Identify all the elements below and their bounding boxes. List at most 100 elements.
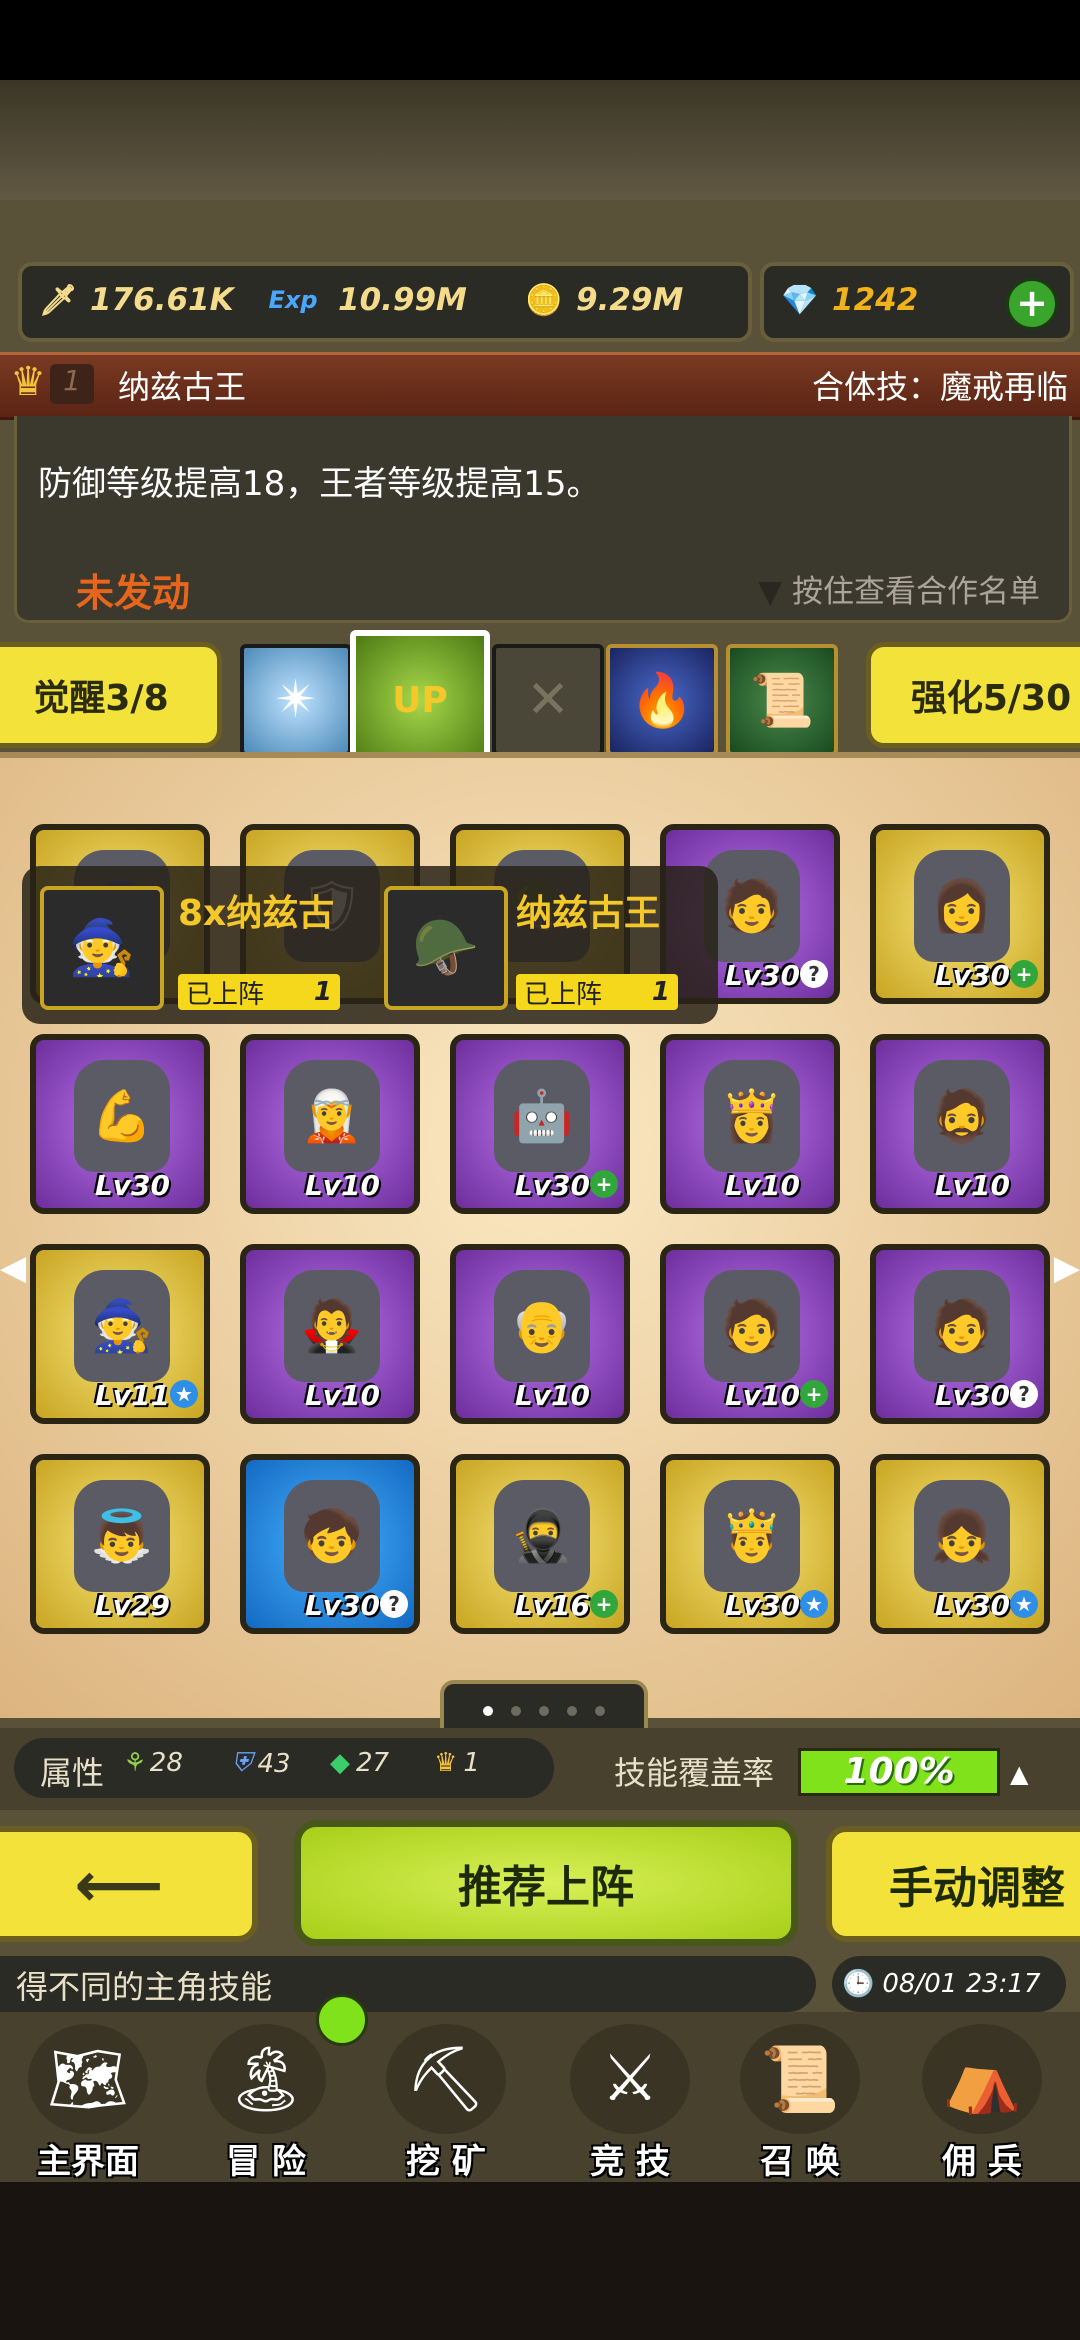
- hero-level-label: Lv11: [94, 1379, 170, 1412]
- emerald-icon: ◆: [330, 1748, 350, 1778]
- hero-card[interactable]: 👸Lv10🔥: [660, 1034, 840, 1214]
- back-button[interactable]: ⟵: [0, 1826, 258, 1942]
- hero-portrait: 🧑: [704, 1270, 800, 1382]
- hero-level-label: Lv10: [934, 1169, 1010, 1202]
- exp-value: 10.99M: [338, 282, 467, 318]
- chevron-down-icon: ▼: [758, 574, 783, 610]
- attribute-gem: ◆ 27: [330, 1748, 389, 1778]
- skill-slot-selected[interactable]: UP: [350, 630, 490, 770]
- hero-level-label: Lv10: [304, 1379, 380, 1412]
- hero-portrait: 👴: [494, 1270, 590, 1382]
- nazgul-king-icon: 🪖: [384, 886, 508, 1010]
- hero-card[interactable]: 🧙 Lv11 ★: [30, 1244, 210, 1424]
- nav-mining[interactable]: ⛏ 挖 矿: [362, 2018, 530, 2182]
- hero-card[interactable]: 👧 Lv30 ★: [870, 1454, 1050, 1634]
- tooltip-title-1: 8x纳兹古: [178, 893, 335, 934]
- leaf-icon: ⚘: [126, 1748, 144, 1778]
- hero-card[interactable]: 🧔Lv10🔥: [870, 1034, 1050, 1214]
- hero-card[interactable]: 🥷 Lv16 +: [450, 1454, 630, 1634]
- chevron-up-icon[interactable]: ▲: [1010, 1760, 1028, 1788]
- tooltip-status-2: 已上阵 1: [516, 974, 678, 1010]
- hero-card[interactable]: 🤖 Lv30 +: [450, 1034, 630, 1214]
- skill-slot-4[interactable]: 🔥: [606, 644, 718, 756]
- sword-icon: 🗡: [38, 282, 78, 318]
- scroll-icon: 📜: [749, 670, 815, 731]
- tooltip-title-2: 纳兹古王: [516, 893, 661, 934]
- enhance-button[interactable]: 强化5/30: [866, 642, 1080, 748]
- nav-home[interactable]: 🗺 主界面: [4, 2018, 172, 2182]
- right-arrow-icon[interactable]: ▶: [1054, 1248, 1080, 1288]
- skill-coverage-bar: 100%: [798, 1748, 1000, 1796]
- hero-card[interactable]: 🧑 Lv30?: [870, 1244, 1050, 1424]
- exp-icon: Exp: [268, 286, 318, 314]
- hero-level-label: Lv30: [514, 1169, 590, 1202]
- hero-portrait: 👸: [704, 1060, 800, 1172]
- partner-list-hint[interactable]: ▼ 按住查看合作名单: [758, 566, 1040, 611]
- hero-card[interactable]: 🧛Lv10🔥: [240, 1244, 420, 1424]
- hero-level: 1: [50, 364, 94, 404]
- clock-icon: 🕒: [842, 1969, 875, 1999]
- left-arrow-icon[interactable]: ◀: [0, 1248, 26, 1288]
- tooltip-count-2: 1: [651, 977, 670, 1007]
- hero-status-badge: ★: [170, 1380, 198, 1408]
- nav-summon[interactable]: 📜 召 唤: [716, 2018, 884, 2182]
- hero-card[interactable]: 👴Lv10🔥: [450, 1244, 630, 1424]
- add-gems-button[interactable]: +: [1006, 278, 1058, 330]
- attack-resource: 🗡 176.61K: [36, 278, 234, 322]
- summon-scroll-icon: 📜: [740, 2024, 860, 2134]
- nav-mercenary[interactable]: ⛺ 佣 兵: [898, 2018, 1066, 2182]
- hero-portrait: 🧝: [284, 1060, 380, 1172]
- page-dot[interactable]: [539, 1706, 549, 1716]
- nav-adventure-label: 冒 险: [226, 2142, 306, 2182]
- nav-arena[interactable]: ⚔ 竞 技: [546, 2018, 714, 2182]
- combo-skill: 合体技：魔戒再临: [811, 368, 1068, 406]
- tent-icon: ⛺: [922, 2024, 1042, 2134]
- hero-card[interactable]: 🧒 Lv30?: [240, 1454, 420, 1634]
- nav-adventure[interactable]: 🏝 冒 险: [182, 2018, 350, 2182]
- hero-status-badge: ?: [1010, 1380, 1038, 1408]
- tooltip-status-label-2: 已上阵: [524, 979, 603, 1010]
- attribute-defense: ⛨ 43: [232, 1748, 291, 1779]
- page-dot[interactable]: [567, 1706, 577, 1716]
- crown-icon: ♛: [10, 359, 46, 405]
- skill-slot-1[interactable]: ✴: [240, 644, 352, 756]
- hero-portrait: 🤴: [704, 1480, 800, 1592]
- hero-card[interactable]: 🧑 Lv10 +: [660, 1244, 840, 1424]
- resource-bar: 🗡 176.61K Exp 10.99M 🪙 9.29M: [18, 262, 752, 342]
- attribute-label: 属性: [40, 1754, 105, 1792]
- hero-card[interactable]: 👩 Lv30 +: [870, 824, 1050, 1004]
- hero-portrait: 🧑: [704, 850, 800, 962]
- page-dot[interactable]: [511, 1706, 521, 1716]
- tooltip-count-1: 1: [313, 977, 332, 1007]
- hero-level-label: Lv30: [304, 1589, 380, 1622]
- hero-portrait: 🧛: [284, 1270, 380, 1382]
- crossed-swords-icon: ⚔: [570, 2024, 690, 2134]
- nav-summon-label: 召 唤: [760, 2142, 840, 2182]
- hero-card[interactable]: 💪Lv30🔥: [30, 1034, 210, 1214]
- arrow-left-icon: ⟵: [74, 1847, 164, 1921]
- skill-slot-empty[interactable]: ✕: [492, 644, 604, 756]
- hero-level-label: Lv30: [94, 1169, 170, 1202]
- hero-status-badge: ?: [800, 960, 828, 988]
- awakening-button[interactable]: 觉醒3/8: [0, 642, 222, 748]
- hero-description: 防御等级提高18，王者等级提高15。: [38, 464, 601, 504]
- attribute-value: 28: [149, 1748, 183, 1778]
- page-dot[interactable]: [595, 1706, 605, 1716]
- manual-adjust-button[interactable]: 手动调整: [826, 1826, 1080, 1942]
- recommend-button[interactable]: 推荐上阵: [294, 1820, 798, 1946]
- bottom-background: [0, 2182, 1080, 2340]
- hero-portrait: 🧔: [914, 1060, 1010, 1172]
- hero-level-label: Lv30: [934, 1589, 1010, 1622]
- hero-card[interactable]: 🤴 Lv30 ★: [660, 1454, 840, 1634]
- hero-card[interactable]: 🧝Lv10🔥: [240, 1034, 420, 1214]
- hero-status-badge: +: [1010, 960, 1038, 988]
- hero-card[interactable]: 👼Lv29🔥: [30, 1454, 210, 1634]
- nav-arena-label: 竞 技: [590, 2142, 670, 2182]
- crown-up-icon: UP: [392, 679, 448, 721]
- page-dot[interactable]: [483, 1706, 493, 1716]
- skill-slot-5[interactable]: 📜: [726, 644, 838, 756]
- flame-hand-icon: 🔥: [629, 670, 695, 731]
- hero-level-label: Lv10: [304, 1169, 380, 1202]
- crown-icon: ♛: [434, 1748, 458, 1778]
- nav-home-label: 主界面: [37, 2142, 139, 2182]
